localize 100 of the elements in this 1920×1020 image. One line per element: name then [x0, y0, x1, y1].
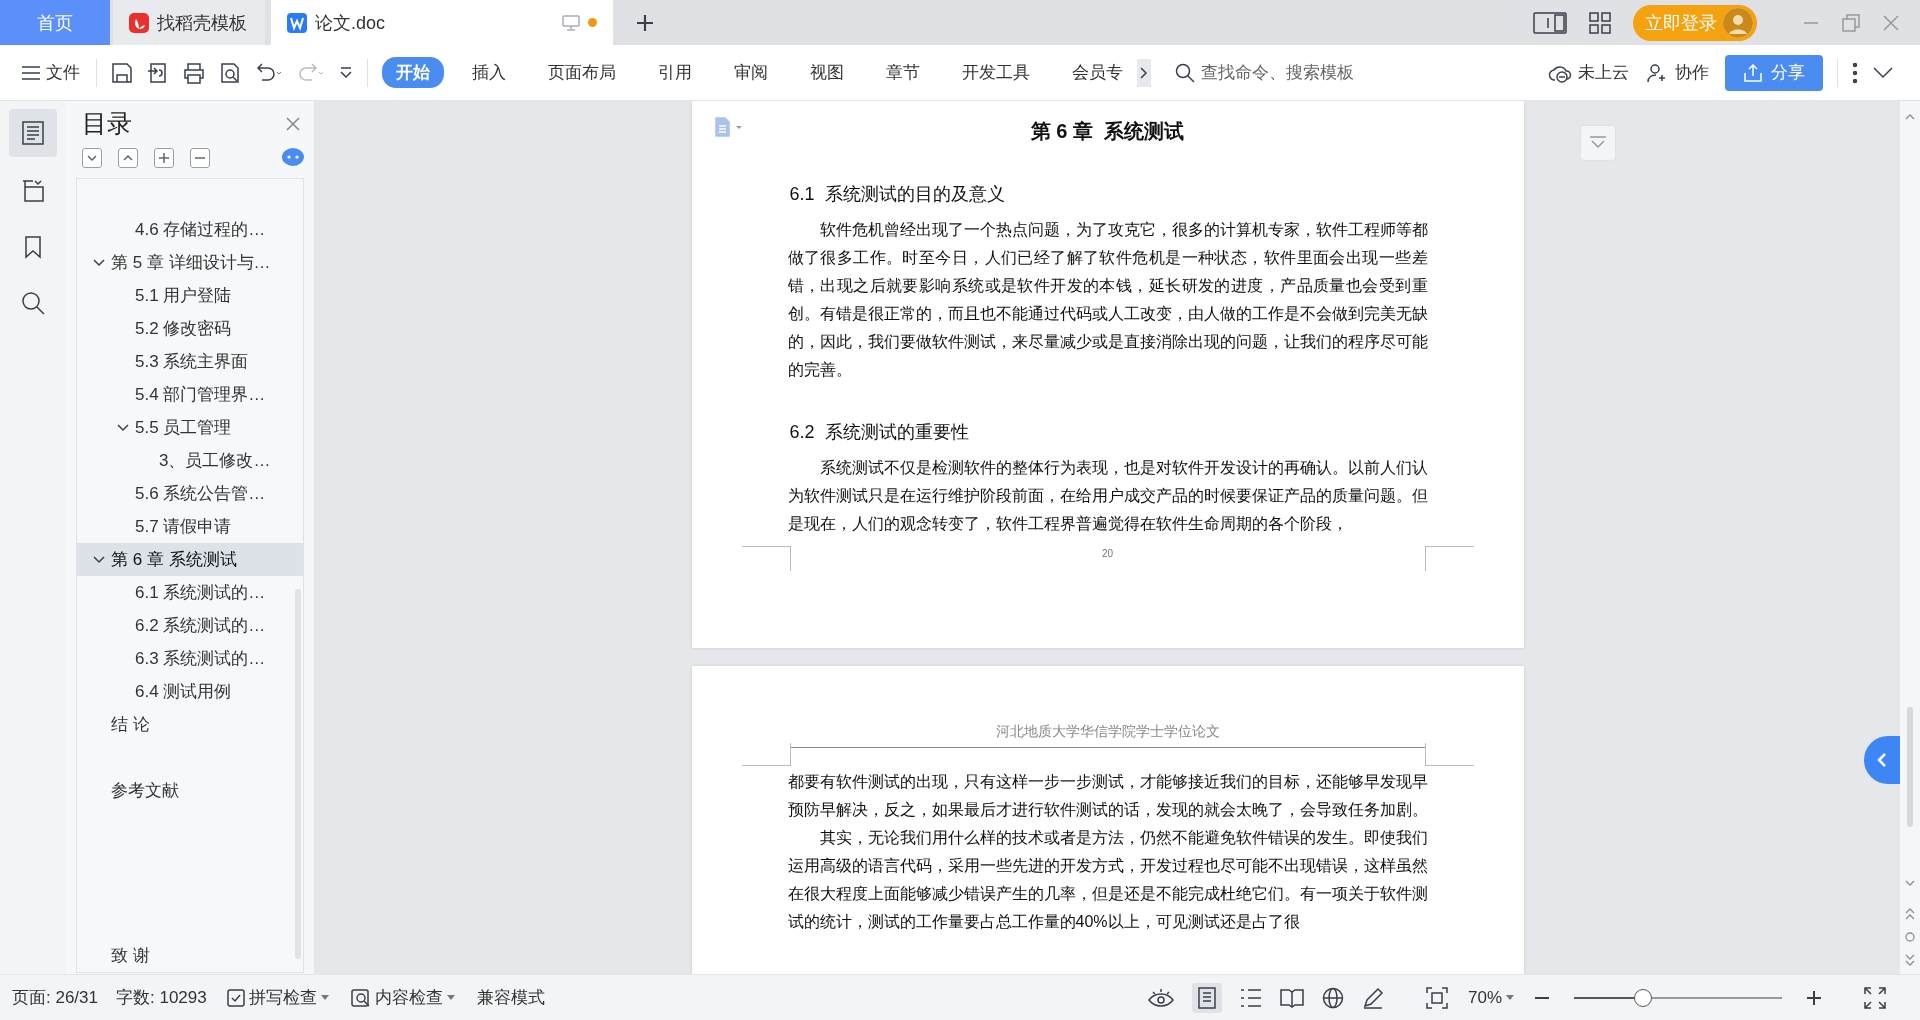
window-tab[interactable]: 论文.doc [271, 0, 613, 45]
chevron-left-icon [1877, 752, 1887, 768]
paragraph: 都要有软件测试的出现，只有这样一步一步测试，才能够接近我们的目标，还能够早发现早预防早解决，反之，如果最后才进行软件测试的话，发现的就会太晚了，会导致任务加剧。 [787, 772, 1428, 820]
page-view-icon[interactable] [1191, 982, 1222, 1013]
ribbon-tab[interactable]: 引用 [644, 57, 706, 88]
ribbon-tab[interactable]: 插入 [458, 57, 520, 88]
new-tab-icon[interactable] [635, 12, 655, 33]
section-heading: 6.1 系统测试的目的及意义 [789, 183, 1006, 206]
cloud-status-button[interactable]: 未上云 [1546, 57, 1631, 88]
outline-item[interactable]: 6.1 系统测试的… [77, 576, 303, 609]
chevron-down-icon[interactable] [93, 258, 105, 267]
outline-item[interactable]: 3、员工修改… [77, 444, 303, 477]
checkbox-icon [226, 988, 245, 1007]
search-field[interactable]: 查找命令、搜索模板 [1175, 61, 1395, 84]
chat-bubble-icon[interactable] [282, 148, 304, 168]
content-check-button[interactable]: 内容检查 [348, 984, 457, 1011]
leaf-logo-icon [129, 12, 149, 33]
grid-icon[interactable] [1589, 11, 1611, 34]
outline-view-icon[interactable] [1239, 987, 1262, 1008]
outline-item[interactable]: 致 谢 [77, 939, 303, 972]
caret-icon [446, 995, 455, 1000]
globe-icon[interactable] [1321, 986, 1344, 1009]
ribbon-tab[interactable]: 视图 [796, 57, 858, 88]
section-heading: 6.2 系统测试的重要性 [789, 421, 970, 444]
outline-item[interactable]: 6.2 系统测试的… [77, 609, 303, 642]
expand-button[interactable] [118, 148, 138, 168]
pen-icon[interactable] [1361, 986, 1384, 1009]
fit-page-icon[interactable] [1425, 986, 1448, 1009]
fullscreen-icon[interactable] [1864, 986, 1886, 1009]
chevron-down-icon[interactable] [93, 555, 105, 564]
outline-item[interactable]: 5.2 修改密码 [77, 312, 303, 345]
ribbon-tab[interactable]: 会员专 [1058, 57, 1137, 88]
outline-item[interactable]: 5.6 系统公告管… [77, 477, 303, 510]
word-count: 字数: 10293 [116, 987, 207, 1009]
outline-item[interactable]: 第 5 章 详细设计与… [77, 246, 303, 279]
crop-mark [1424, 743, 1474, 766]
collapse-ribbon-icon[interactable] [1872, 65, 1894, 80]
crop-mark [1424, 546, 1474, 571]
collaborate-button[interactable]: 协作 [1645, 57, 1711, 88]
tablet-icon[interactable] [1533, 11, 1567, 34]
outline-item[interactable]: 4.6 存储过程的… [77, 213, 303, 246]
more-caret-icon[interactable] [339, 65, 353, 80]
crop-mark [741, 743, 791, 766]
crop-mark [741, 546, 791, 571]
paragraph: 其实，无论我们用什么样的技术或者是方法，仍然不能避免软件错误的发生。即使我们运用高级的语言代码，采用一些先进的开发方式，开发过程也尽可能不出现错误，这样虽然在很大程度上面能够减少错误产生的几率，但是还是不能完成杜绝它们。有一项关于软件测试的统计，测试的工作量要占总工作量的40%以上，可见测试还是占了很 [787, 828, 1428, 932]
scroll-right-button[interactable] [1137, 58, 1151, 87]
save-icon[interactable] [111, 61, 133, 84]
funnel-icon [1589, 136, 1607, 150]
spell-check-button[interactable]: 拼写检查 [224, 984, 331, 1011]
outline-item[interactable]: 5.3 系统主界面 [77, 345, 303, 378]
chevron-down-icon[interactable] [117, 423, 129, 432]
ribbon-tab[interactable]: 章节 [872, 57, 934, 88]
panel-title: 目录 [82, 108, 132, 139]
eye-icon[interactable] [1147, 987, 1174, 1008]
zoom-level-button[interactable]: 70% [1465, 985, 1516, 1010]
chevron-right-icon [1140, 66, 1148, 79]
outline-item[interactable]: 5.1 用户登陆 [77, 279, 303, 312]
chevron-down-icon [87, 155, 97, 161]
add-heading-button[interactable] [154, 148, 174, 168]
caret-icon [320, 995, 329, 1000]
close-icon[interactable] [286, 116, 300, 131]
outline-item[interactable]: 6.3 系统测试的… [77, 642, 303, 675]
file-menu[interactable]: 文件 [20, 57, 82, 88]
document-logo-icon [287, 12, 307, 33]
remove-heading-button[interactable] [190, 148, 210, 168]
page-number: 20 [1101, 548, 1114, 559]
outline-item[interactable]: 第 6 章 系统测试 [77, 543, 303, 576]
export-icon[interactable] [147, 61, 169, 84]
window-tab[interactable]: 找稻壳模板 [113, 0, 265, 45]
zoom-in-icon[interactable] [1806, 989, 1822, 1006]
ribbon-tab[interactable]: 审阅 [720, 57, 782, 88]
outline-item[interactable]: 参考文献 [77, 774, 303, 807]
print-preview-icon[interactable] [219, 61, 241, 84]
paragraph: 系统测试不仅是检测软件的整体行为表现，也是对软件开发设计的再确认。以前人们认为软件测试只是在运行维护阶段前面，在给用户成交产品的时候要保证产品的质量问题。但是现在，人们的观念转变了，软件工程界普遍觉得在软件生命周期的各个阶段， [787, 458, 1428, 534]
outline-item[interactable]: 5.4 部门管理界… [77, 378, 303, 411]
ribbon-tab[interactable]: 页面布局 [534, 57, 630, 88]
print-icon[interactable] [183, 61, 205, 84]
slider-thumb[interactable] [1633, 988, 1652, 1007]
avatar-icon [1723, 7, 1753, 38]
page-indicator: 页面: 26/31 [12, 987, 98, 1009]
caret-icon [1506, 995, 1514, 1000]
outline-item[interactable]: 结 论 [77, 708, 303, 741]
compat-mode-button[interactable]: 兼容模式 [474, 984, 547, 1011]
outline-item[interactable]: 5.7 请假申请 [77, 510, 303, 543]
more-icon[interactable] [1852, 61, 1858, 84]
share-icon [1743, 62, 1763, 83]
read-mode-icon[interactable] [1279, 987, 1304, 1008]
undo-icon[interactable] [255, 62, 283, 83]
chevron-up-icon [123, 155, 133, 161]
page-header: 河北地质大学华信学院学士学位论文 [790, 723, 1425, 748]
outline-icon[interactable] [9, 109, 57, 157]
unsaved-dot [588, 18, 597, 27]
collapse-button[interactable] [82, 148, 102, 168]
monitor-icon [562, 14, 580, 31]
expand-panel-button[interactable] [1864, 736, 1900, 784]
outline-item[interactable]: 5.5 员工管理 [77, 411, 303, 444]
search-icon [1175, 62, 1195, 83]
menu-icon [22, 65, 40, 80]
outline-item[interactable]: 6.4 测试用例 [77, 675, 303, 708]
ribbon-tab[interactable]: 开发工具 [948, 57, 1044, 88]
